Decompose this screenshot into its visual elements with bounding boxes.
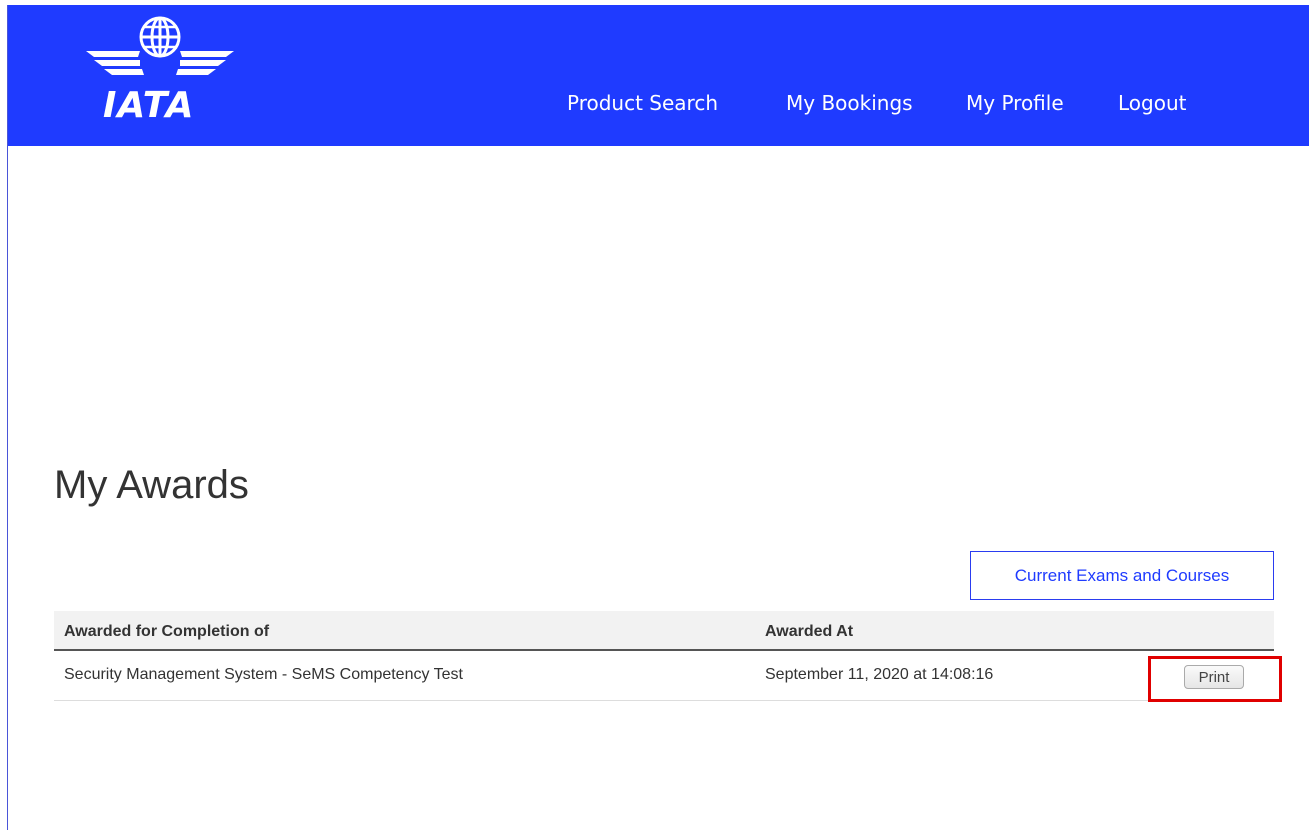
table-header: Awarded for Completion of Awarded At <box>54 611 1274 651</box>
nav-my-profile[interactable]: My Profile <box>966 91 1064 115</box>
globe-wings-icon <box>86 16 234 75</box>
app-frame: IATA Product Search My Bookings My Profi… <box>7 5 1309 830</box>
nav-my-bookings[interactable]: My Bookings <box>786 91 913 115</box>
nav-product-search[interactable]: Product Search <box>567 91 718 115</box>
cell-completion: Security Management System - SeMS Compet… <box>64 666 463 683</box>
iata-logo[interactable]: IATA <box>76 15 246 130</box>
print-button[interactable]: Print <box>1184 665 1244 689</box>
cell-awarded-at: September 11, 2020 at 14:08:16 <box>765 666 994 683</box>
nav-logout[interactable]: Logout <box>1118 91 1186 115</box>
logo-text: IATA <box>103 85 195 126</box>
page-title: My Awards <box>54 463 249 507</box>
table-row: Security Management System - SeMS Compet… <box>54 651 1282 702</box>
column-header-awarded-at: Awarded At <box>765 623 854 640</box>
awards-table: Awarded for Completion of Awarded At Sec… <box>54 611 1282 702</box>
site-header: IATA Product Search My Bookings My Profi… <box>8 5 1309 146</box>
current-exams-button[interactable]: Current Exams and Courses <box>970 551 1274 600</box>
column-header-completion: Awarded for Completion of <box>64 623 270 640</box>
